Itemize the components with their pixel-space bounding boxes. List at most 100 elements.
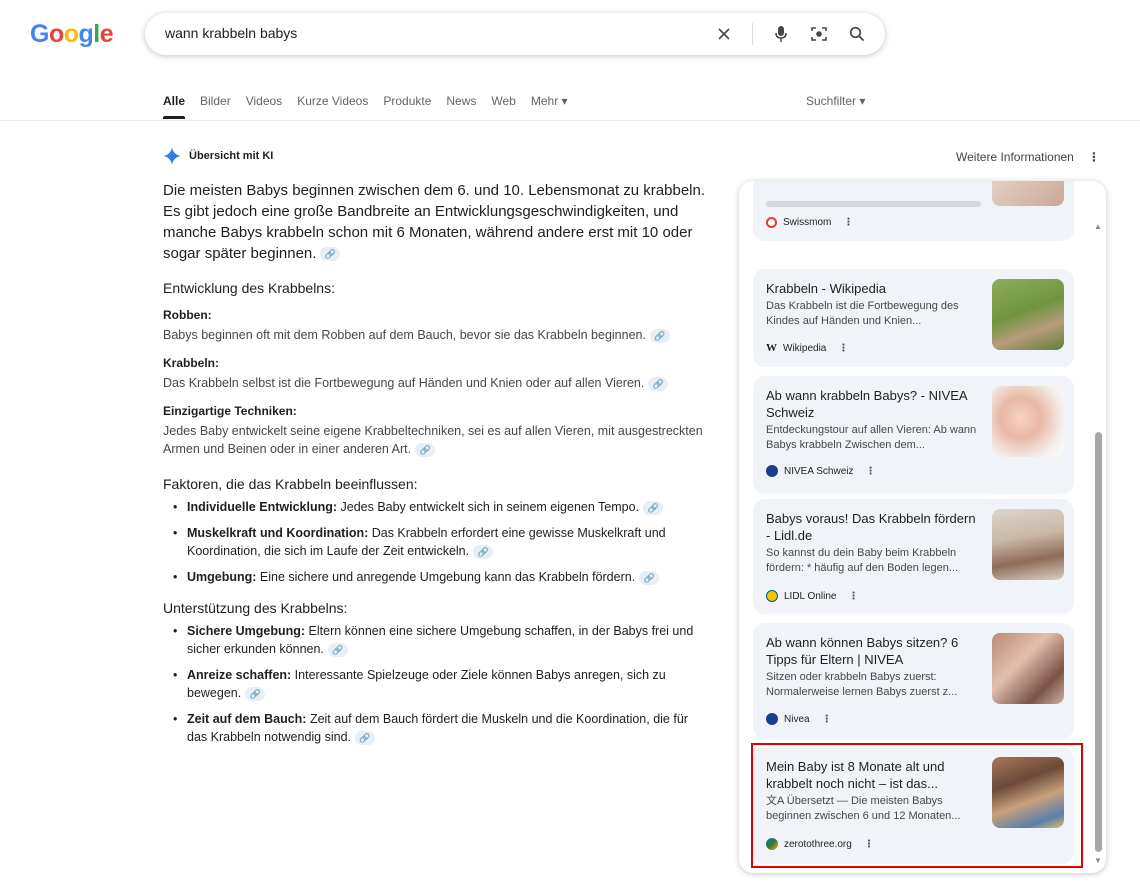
source-label[interactable]: NIVEA Schweiz ⋮ [766,465,875,477]
source-card-nivea[interactable]: Ab wann können Babys sitzen? 6 Tipps für… [753,623,1074,739]
subheading-krabbeln: Krabbeln: [163,356,220,370]
link-icon[interactable]: 🔗 [355,730,376,745]
link-icon[interactable]: 🔗 [643,500,664,515]
card-snippet: Das Krabbeln ist die Fortbewegung des Ki… [766,300,959,327]
card-snippet: So kannst du dein Baby beim Krabbeln för… [766,547,959,574]
nivea-icon [766,465,778,477]
list-item-bold: Umgebung: [187,570,257,584]
list-item-bold: Zeit auf dem Bauch: [187,712,307,726]
kebab-menu-icon[interactable]: ⋮ [838,343,848,354]
card-title[interactable]: Ab wann krabbeln Babys? - NIVEA Schweiz [766,387,981,421]
paragraph-robben: Babys beginnen oft mit dem Robben auf de… [163,326,708,344]
header-divider [0,120,1140,121]
thumbnail-image [992,279,1064,350]
truncated-text [766,201,981,207]
search-divider [752,23,753,45]
section-heading-faktoren: Faktoren, die das Krabbeln beeinflussen: [163,476,418,492]
search-icon[interactable] [847,24,867,44]
microphone-icon[interactable] [771,24,791,44]
thumbnail-image [992,633,1064,704]
source-label[interactable]: Swissmom ⋮ [766,217,853,228]
suchfilter-button[interactable]: Suchfilter ▾ [806,94,865,108]
subheading-techniken: Einzigartige Techniken: [163,404,297,418]
source-name[interactable]: LIDL Online [784,591,836,602]
scroll-down-arrow[interactable]: ▼ [1094,856,1102,865]
link-icon[interactable]: 🔗 [327,642,348,657]
ai-overview-title: Übersicht mit KI [189,150,274,162]
list-item: Umgebung: Eine sichere und anregende Umg… [163,568,708,586]
search-box[interactable]: wann krabbeln babys [145,13,885,55]
link-icon[interactable]: 🔗 [649,328,670,343]
card-title[interactable]: Babys voraus! Das Krabbeln fördern - Lid… [766,510,981,544]
highlight-box [751,743,1083,868]
link-icon[interactable]: 🔗 [648,376,669,391]
thumbnail-image [992,386,1064,457]
tab-news[interactable]: News [446,94,476,119]
paragraph-robben-text: Babys beginnen oft mit dem Robben auf de… [163,328,646,342]
link-icon[interactable]: 🔗 [639,570,660,585]
source-card-swissmom[interactable]: Swissmom ⋮ [753,181,1074,241]
unterstuetzung-list: Sichere Umgebung: Eltern können eine sic… [163,622,708,746]
ai-lead-paragraph: Die meisten Babys beginnen zwischen dem … [163,180,708,264]
gemini-sparkle-icon [163,147,181,165]
source-name[interactable]: NIVEA Schweiz [784,466,853,477]
card-title[interactable]: Krabbeln - Wikipedia [766,280,981,297]
more-info-label[interactable]: Weitere Informationen [956,150,1074,164]
link-icon[interactable]: 🔗 [320,247,341,262]
paragraph-krabbeln: Das Krabbeln selbst ist die Fortbewegung… [163,374,708,392]
source-card-wikipedia[interactable]: Krabbeln - Wikipedia Das Krabbeln ist di… [753,269,1074,367]
tab-videos[interactable]: Videos [246,94,282,119]
link-icon[interactable]: 🔗 [245,686,266,701]
clear-icon[interactable] [714,24,734,44]
more-info[interactable]: Weitere Informationen ⋮ [956,150,1100,164]
source-label[interactable]: Nivea ⋮ [766,713,832,725]
list-item-text: Eine sichere und anregende Umgebung kann… [256,570,636,584]
kebab-menu-icon[interactable]: ⋮ [848,591,858,602]
ai-lead-text: Die meisten Babys beginnen zwischen dem … [163,182,705,262]
ai-overview-header: Übersicht mit KI [163,147,273,165]
list-item: Sichere Umgebung: Eltern können eine sic… [163,622,708,658]
list-item-bold: Individuelle Entwicklung: [187,500,338,514]
list-item: Zeit auf dem Bauch: Zeit auf dem Bauch f… [163,710,708,746]
tab-alle[interactable]: Alle [163,94,186,119]
tab-mehr[interactable]: Mehr ▾ [531,94,568,119]
card-snippet: Entdeckungstour auf allen Vieren: Ab wan… [766,424,977,451]
subheading-robben: Robben: [163,308,212,322]
tab-bilder[interactable]: Bilder [200,94,231,119]
ai-overview-content: Die meisten Babys beginnen zwischen dem … [163,180,708,754]
list-item-bold: Anreize schaffen: [187,668,292,682]
faktoren-list: Individuelle Entwicklung: Jedes Baby ent… [163,498,708,586]
kebab-menu-icon[interactable]: ⋮ [822,714,832,725]
section-heading-entwicklung: Entwicklung des Krabbelns: [163,280,335,296]
section-heading-unterstuetzung: Unterstützung des Krabbelns: [163,600,348,616]
scroll-up-arrow[interactable]: ▲ [1094,222,1102,231]
source-card-nivea-schweiz[interactable]: Ab wann krabbeln Babys? - NIVEA Schweiz … [753,376,1074,494]
link-icon[interactable]: 🔗 [415,442,436,457]
nivea-icon [766,713,778,725]
source-name[interactable]: Swissmom [783,217,831,228]
tab-produkte[interactable]: Produkte [383,94,431,119]
tab-web[interactable]: Web [491,94,515,119]
thumbnail-image [992,181,1064,206]
wikipedia-icon: W [766,342,777,354]
card-title[interactable]: Ab wann können Babys sitzen? 6 Tipps für… [766,634,981,668]
panel-scrollbar[interactable] [1095,432,1102,852]
source-label[interactable]: LIDL Online ⋮ [766,590,858,602]
search-input[interactable]: wann krabbeln babys [165,25,297,41]
kebab-menu-icon[interactable]: ⋮ [865,466,875,477]
lens-icon[interactable] [809,24,829,44]
list-item-bold: Sichere Umgebung: [187,624,306,638]
source-name[interactable]: Wikipedia [783,343,826,354]
thumbnail-image [992,509,1064,580]
paragraph-krabbeln-text: Das Krabbeln selbst ist die Fortbewegung… [163,376,645,390]
kebab-menu-icon[interactable]: ⋮ [843,217,853,228]
google-logo[interactable]: Google [30,20,114,49]
swissmom-icon [766,217,777,228]
kebab-menu-icon[interactable]: ⋮ [1088,150,1100,164]
source-name[interactable]: Nivea [784,714,810,725]
source-card-lidl[interactable]: Babys voraus! Das Krabbeln fördern - Lid… [753,499,1074,614]
link-icon[interactable]: 🔗 [473,544,494,559]
tab-kurze-videos[interactable]: Kurze Videos [297,94,368,119]
search-tabs: Alle Bilder Videos Kurze Videos Produkte… [163,94,583,119]
source-label[interactable]: W Wikipedia ⋮ [766,342,848,354]
